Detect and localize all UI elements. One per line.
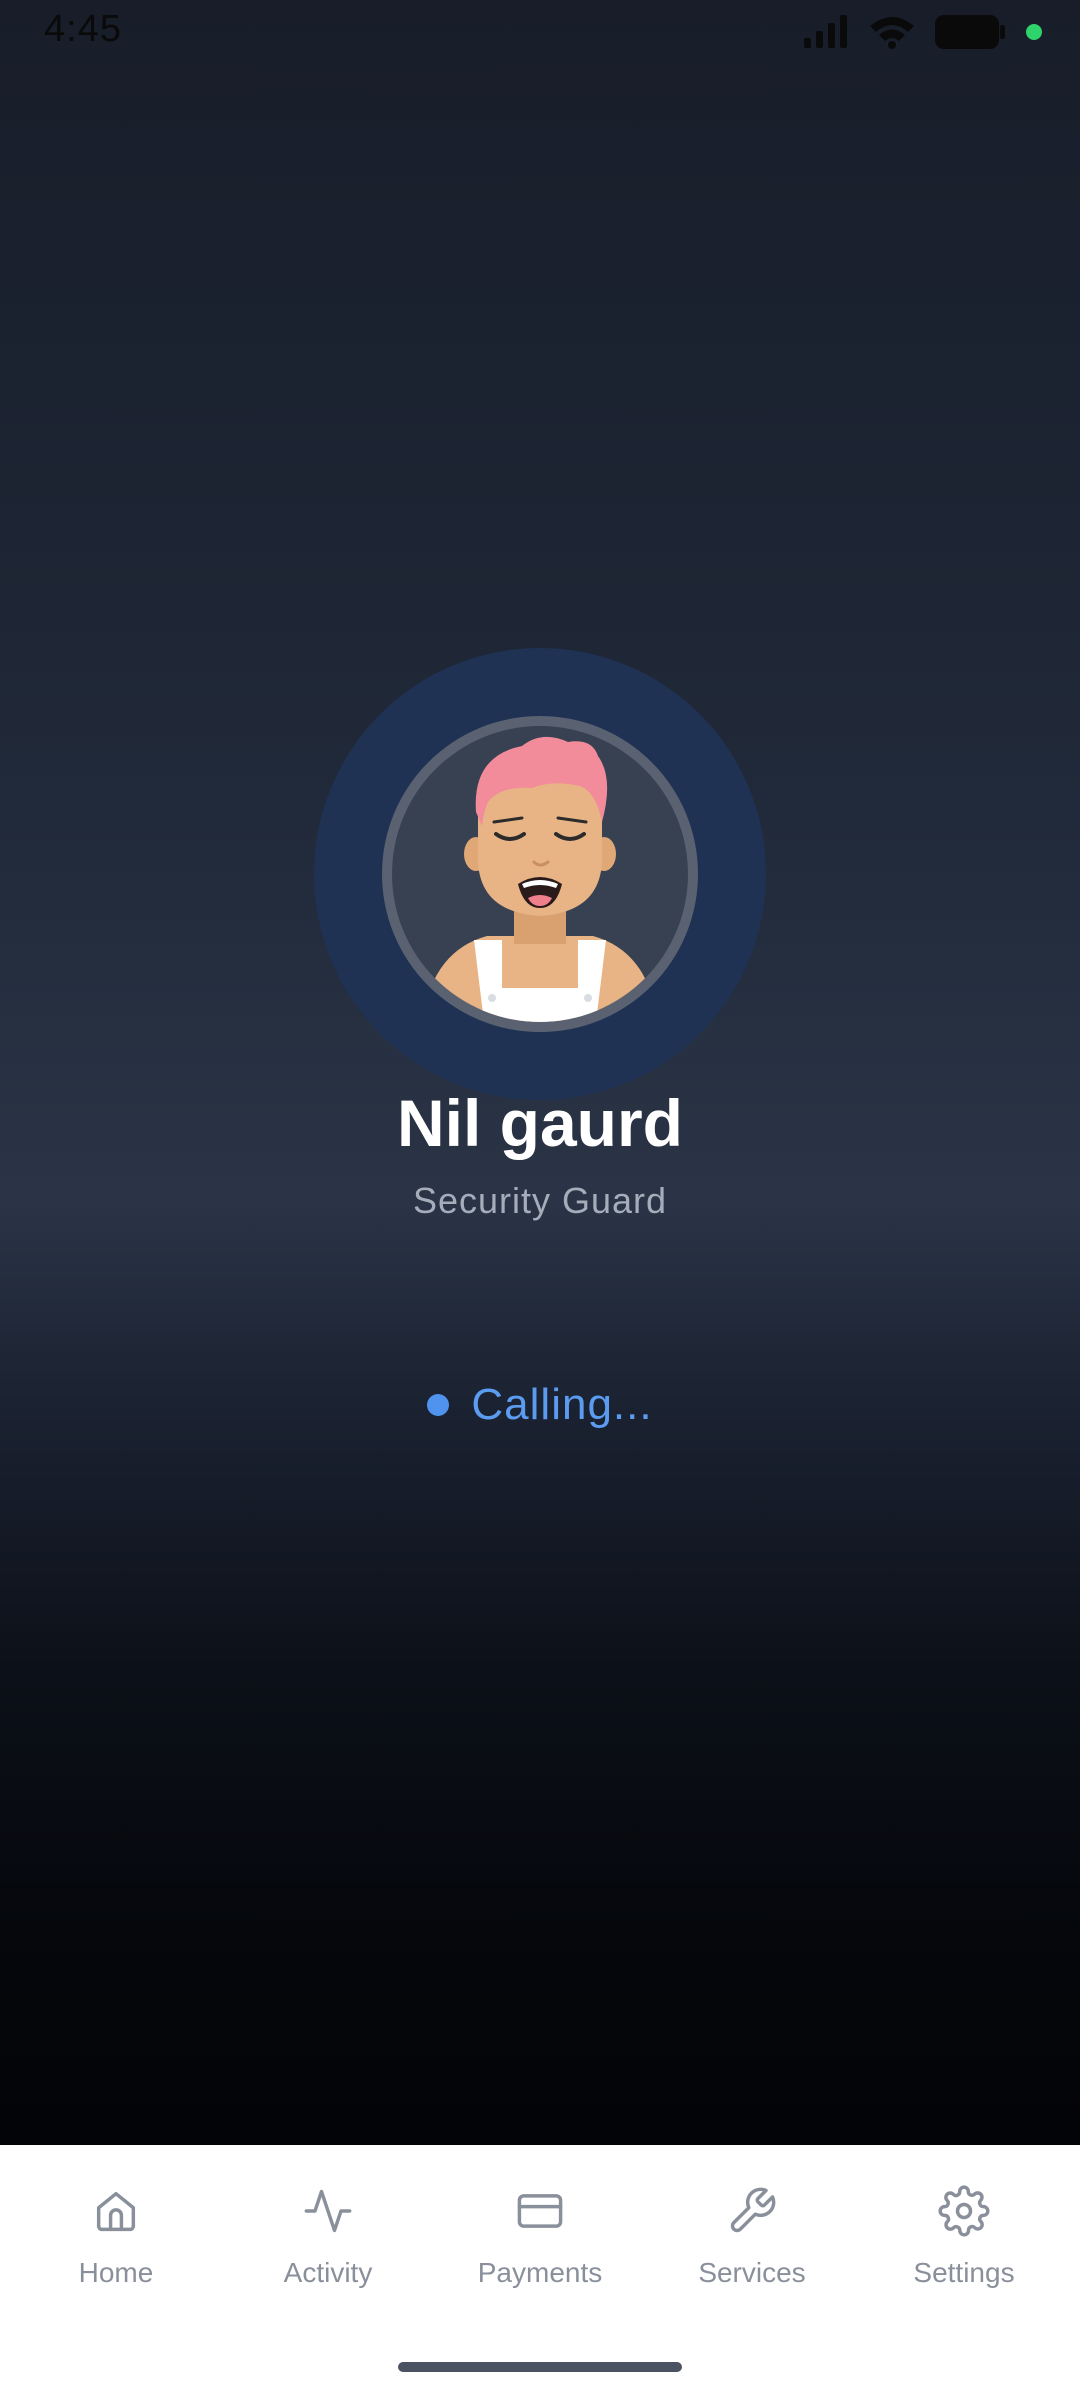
activity-icon — [300, 2183, 356, 2239]
wrench-icon — [724, 2183, 780, 2239]
call-status: Calling... — [0, 1380, 1080, 1430]
home-indicator[interactable] — [398, 2362, 682, 2372]
status-icons — [802, 12, 1044, 52]
status-bar: 4:45 — [0, 0, 1080, 64]
nav-item-settings[interactable]: Settings — [858, 2183, 1070, 2289]
battery-icon — [934, 14, 1006, 50]
home-icon — [88, 2183, 144, 2239]
gear-icon — [936, 2183, 992, 2239]
wifi-icon — [868, 14, 916, 50]
nav-item-home[interactable]: Home — [10, 2183, 222, 2289]
nav-label-settings: Settings — [913, 2257, 1015, 2288]
nav-item-activity[interactable]: Activity — [222, 2183, 434, 2289]
nav-label-activity: Activity — [283, 2257, 373, 2288]
nav-label-payments: Payments — [477, 2257, 603, 2288]
call-status-label: Calling... — [471, 1380, 653, 1429]
caller-name: Nil gaurd — [396, 1086, 683, 1160]
status-time: 4:45 — [44, 8, 122, 50]
nav-item-payments[interactable]: Payments — [434, 2183, 646, 2289]
avatar — [382, 716, 698, 1032]
nav-label-home: Home — [78, 2257, 154, 2288]
call-background: 4:45 Nil gaurd Security Guard Calling... — [0, 0, 1080, 2145]
credit-card-icon — [512, 2183, 568, 2239]
caller-role: Security Guard — [412, 1180, 668, 1221]
nav-item-services[interactable]: Services — [646, 2183, 858, 2289]
avatar-illustration — [392, 726, 688, 1022]
calling-indicator-dot — [427, 1394, 450, 1416]
nav-label-services: Services — [698, 2257, 806, 2288]
active-dot-icon — [1024, 22, 1044, 42]
signal-icon — [802, 14, 850, 50]
call-screen: 4:45 Nil gaurd Security Guard Calling...… — [0, 0, 1080, 2400]
